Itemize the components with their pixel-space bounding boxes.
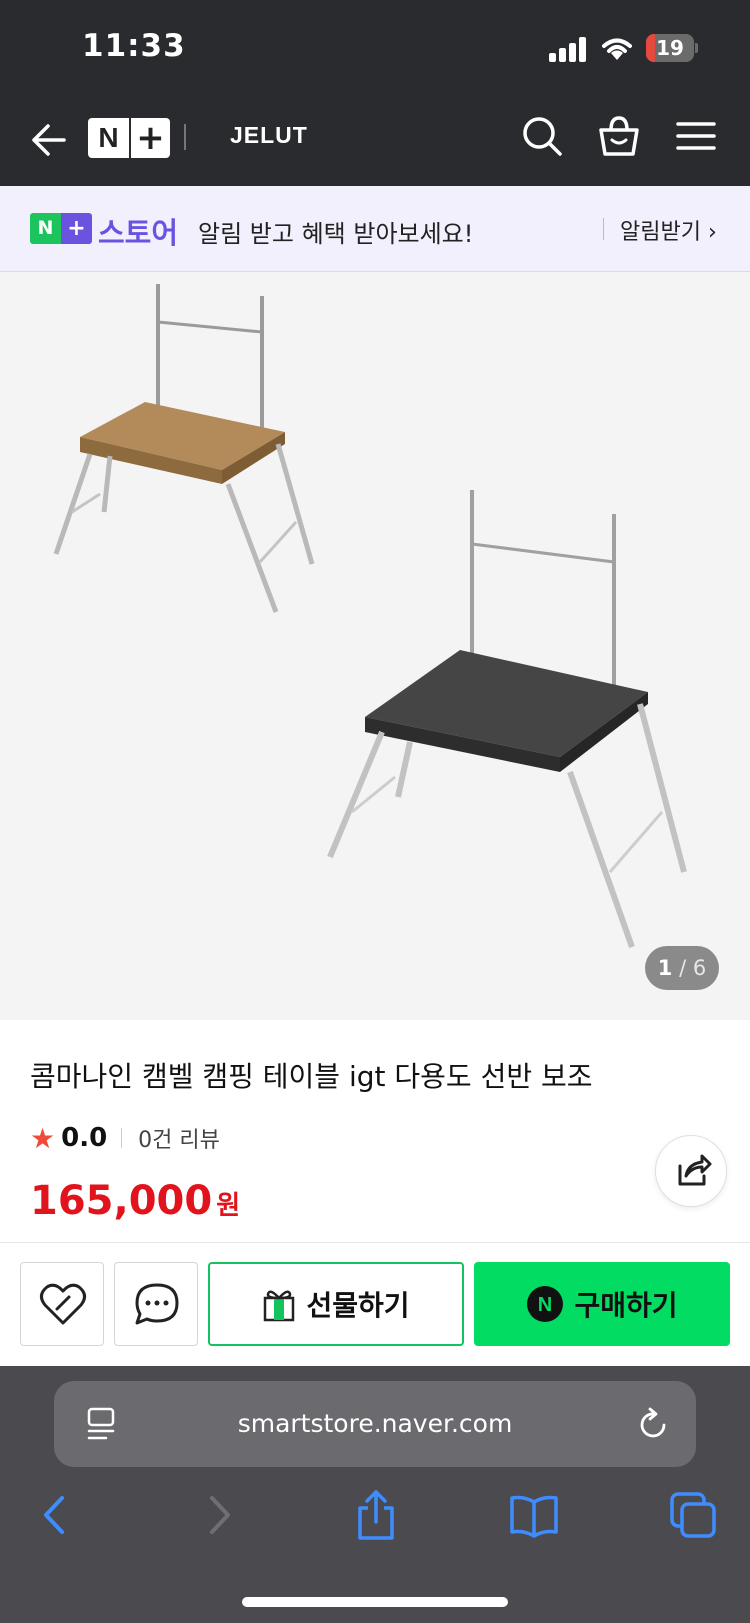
star-icon: ★	[30, 1121, 56, 1155]
price-currency: 원	[216, 1191, 241, 1221]
cellular-signal-icon	[549, 36, 589, 62]
wishlist-button[interactable]	[20, 1262, 104, 1346]
store-notification-banner[interactable]: N + 스토어 알림 받고 혜택 받아보세요! 알림받기 ›	[0, 186, 750, 272]
buy-button-label: 구매하기	[574, 1289, 678, 1322]
price-amount: 165,000	[30, 1178, 213, 1224]
review-count[interactable]: 0건 리뷰	[138, 1122, 220, 1154]
hamburger-menu-icon[interactable]	[674, 114, 718, 158]
gallery-total: 6	[692, 956, 707, 980]
gallery-page-indicator: 1 / 6	[645, 946, 719, 990]
naver-pay-icon: N	[527, 1286, 564, 1322]
back-arrow-icon[interactable]	[28, 120, 68, 160]
logo-plus: +	[129, 118, 170, 158]
gift-button-label: 선물하기	[306, 1289, 410, 1322]
product-title: 콤마나인 캠벨 캠핑 테이블 igt 다용도 선반 보조	[30, 1060, 593, 1093]
notice-message: 알림 받고 혜택 받아보세요!	[198, 220, 474, 248]
store-brand-name[interactable]: JELUT	[230, 122, 308, 149]
share-button[interactable]	[655, 1135, 727, 1207]
notice-divider	[603, 218, 604, 240]
naver-plus-store-badge: N +	[30, 213, 92, 244]
status-time: 11:33	[82, 28, 186, 64]
address-bar[interactable]: smartstore.naver.com	[54, 1381, 696, 1467]
chat-button[interactable]	[114, 1262, 198, 1346]
brown-table-illustration	[53, 284, 315, 613]
browser-back-icon[interactable]	[30, 1490, 82, 1540]
heart-icon	[40, 1283, 86, 1325]
home-indicator	[242, 1597, 508, 1607]
store-label: 스토어	[98, 216, 179, 250]
product-photo	[53, 284, 687, 949]
badge-plus: +	[61, 213, 92, 244]
share-sheet-icon[interactable]	[350, 1490, 402, 1540]
status-bar: 11:33 19	[0, 0, 750, 100]
battery-percent: 19	[656, 36, 684, 60]
shopping-bag-icon[interactable]	[597, 114, 641, 158]
nav-divider	[184, 124, 186, 150]
buy-badge-text: N	[538, 1294, 552, 1316]
rating-score: 0.0	[61, 1123, 108, 1153]
wifi-icon	[602, 38, 632, 60]
logo-n: N	[98, 122, 119, 153]
search-icon[interactable]	[520, 114, 564, 158]
battery-icon: 19	[646, 34, 698, 62]
gallery-current: 1	[657, 956, 673, 980]
gallery-separator: /	[679, 956, 687, 980]
product-rating[interactable]: ★ 0.0 0건 리뷰	[30, 1121, 220, 1155]
buy-button[interactable]: N 구매하기	[474, 1262, 730, 1346]
reload-icon[interactable]	[636, 1405, 672, 1443]
rating-divider	[121, 1128, 123, 1148]
url-text[interactable]: smartstore.naver.com	[54, 1381, 696, 1467]
share-icon	[678, 1154, 712, 1186]
tabs-icon[interactable]	[668, 1490, 720, 1540]
bookmarks-icon[interactable]	[508, 1490, 560, 1540]
product-image-gallery[interactable]	[0, 272, 750, 1020]
notify-me-link[interactable]: 알림받기 ›	[620, 214, 717, 246]
action-bar-divider	[0, 1242, 750, 1243]
gift-button[interactable]: 선물하기	[208, 1262, 464, 1346]
gift-icon	[264, 1290, 295, 1322]
chat-bubble-icon	[135, 1283, 179, 1325]
product-price: 165,000 원	[30, 1178, 240, 1224]
dark-table-illustration	[327, 490, 687, 949]
badge-n: N	[30, 213, 61, 244]
top-nav-bar: N + JELUT	[0, 100, 750, 186]
browser-forward-icon[interactable]	[192, 1490, 244, 1540]
naver-plus-logo[interactable]: N +	[88, 118, 170, 158]
